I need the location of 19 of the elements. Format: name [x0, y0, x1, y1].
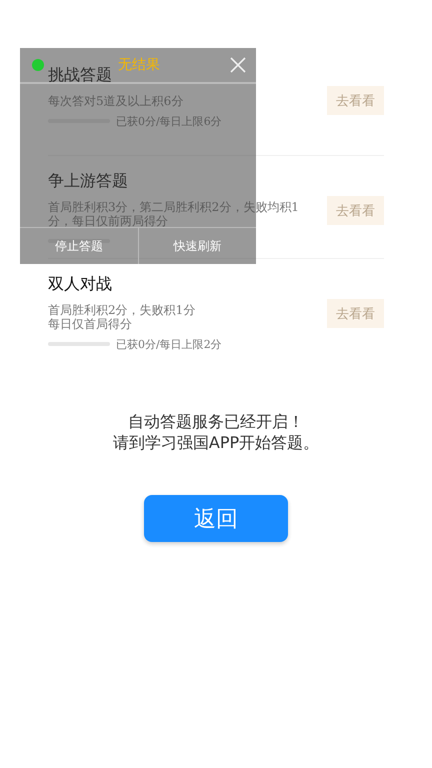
task-description: 每日仅首局得分	[48, 317, 132, 331]
go-button[interactable]: 去看看	[327, 196, 384, 225]
task-description: 首局胜利积2分，失败积1分	[48, 303, 196, 317]
message-text: 自动答题服务已经开启！	[127, 411, 305, 432]
task-description: 分，每日仅前两局得分	[48, 214, 168, 228]
task-title: 挑战答题	[48, 64, 112, 86]
go-button[interactable]: 去看看	[327, 86, 384, 115]
progress-text: 已获0分/每日上限6分	[116, 114, 222, 128]
panel-button[interactable]: 快速刷新	[138, 228, 256, 264]
close-icon[interactable]	[229, 56, 247, 74]
status-text: 无结果	[118, 56, 160, 74]
return-button[interactable]: 返回	[144, 495, 288, 542]
panel-button[interactable]: 停止答题	[20, 228, 138, 264]
message-text: 请到学习强国APP开始答题。	[112, 432, 320, 453]
task-description: 每次答对5道及以上积6分	[48, 94, 184, 108]
progress-text: 已获0分/每日上限2分	[116, 336, 222, 352]
task-title: 双人对战	[48, 273, 112, 295]
go-button[interactable]: 去看看	[327, 299, 384, 328]
task-title: 争上游答题	[48, 170, 128, 192]
